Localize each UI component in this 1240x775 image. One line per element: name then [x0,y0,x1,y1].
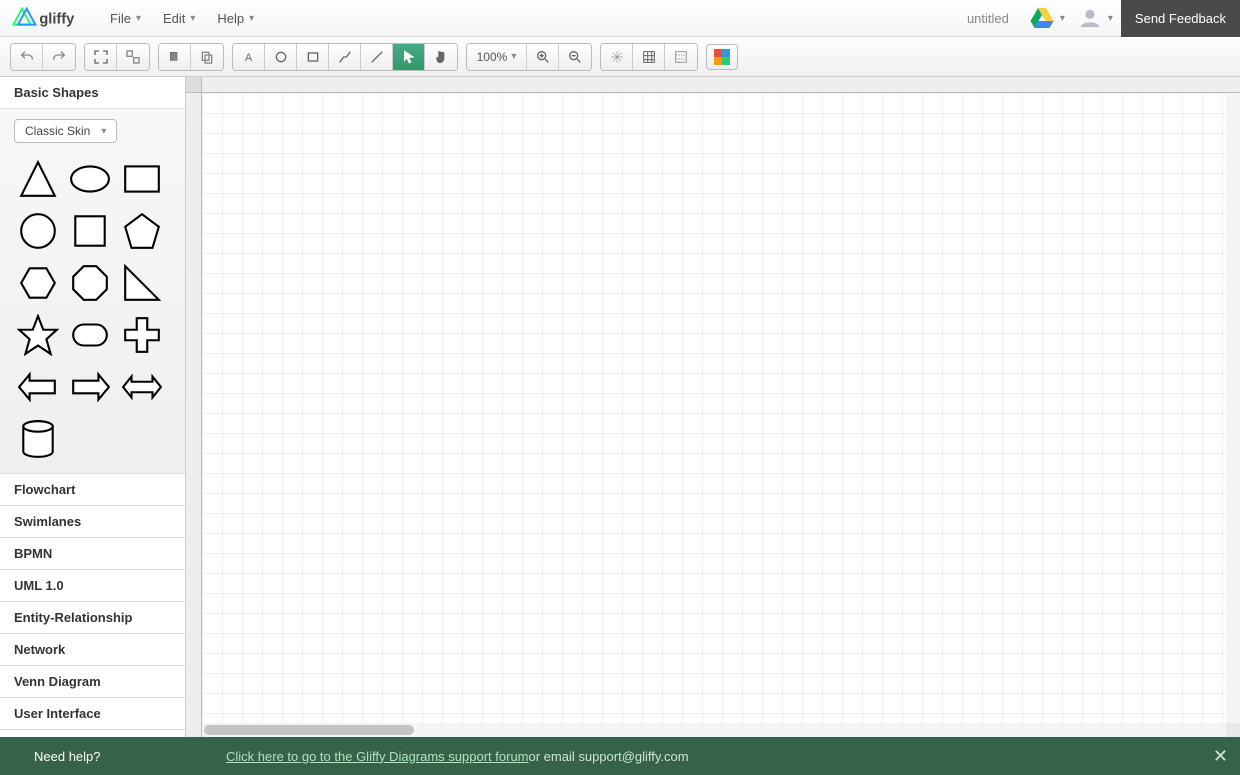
shapes-sidebar: Basic Shapes Classic Skin ▾ [0,77,186,737]
zoom-level-dropdown[interactable]: 100%▾ [467,44,527,70]
redo-button[interactable] [43,44,75,70]
toolbar: A 100%▾ [0,37,1240,77]
caret-icon: ▾ [249,13,254,24]
panel-basic-shapes-body: Classic Skin ▾ [0,109,185,474]
panel-label: Venn Diagram [14,674,101,689]
ellipse-tool-button[interactable] [265,44,297,70]
shape-octagon[interactable] [66,259,114,307]
close-icon[interactable]: ✕ [1213,746,1228,767]
caret-icon: ▾ [101,126,106,137]
menu-edit-label: Edit [163,11,185,26]
support-email-text: or email support@gliffy.com [529,749,689,764]
panel-label: User Interface [14,706,101,721]
shape-circle[interactable] [14,207,62,255]
user-menu[interactable]: ▾ [1077,7,1113,29]
rectangle-tool-button[interactable] [297,44,329,70]
zoom-out-button[interactable] [559,44,591,70]
ruler-corner [186,77,202,93]
need-help-label: Need help? [34,749,220,764]
document-title: untitled [967,11,1009,26]
panel-swimlanes[interactable]: Swimlanes [0,506,185,538]
caret-icon: ▾ [511,51,516,62]
shape-star[interactable] [14,311,62,359]
caret-icon: ▾ [1060,13,1065,24]
shape-plus[interactable] [118,311,166,359]
shape-right-triangle[interactable] [118,259,166,307]
pan-tool-button[interactable] [425,44,457,70]
menu-help[interactable]: Help ▾ [207,6,264,31]
skin-dropdown[interactable]: Classic Skin ▾ [14,119,117,143]
caret-icon: ▾ [1108,13,1113,24]
theme-colors-button[interactable] [706,44,738,70]
scrollbar-horizontal[interactable] [202,723,1226,737]
shape-arrow-both[interactable] [118,363,166,411]
line-tool-button[interactable] [361,44,393,70]
pointer-tool-button[interactable] [393,44,425,70]
send-feedback-label: Send Feedback [1135,11,1226,26]
panel-label: Basic Shapes [14,85,99,100]
panel-venn[interactable]: Venn Diagram [0,666,185,698]
panel-bpmn[interactable]: BPMN [0,538,185,570]
send-feedback-button[interactable]: Send Feedback [1121,0,1240,37]
panel-label: Network [14,642,65,657]
canvas-area [186,77,1240,737]
fit-screen-button[interactable] [85,44,117,70]
zoom-level-label: 100% [477,50,508,64]
panel-user-interface[interactable]: User Interface [0,698,185,730]
menu-file-label: File [110,11,131,26]
snap-drawing-button[interactable] [601,44,633,70]
panel-label: BPMN [14,546,52,561]
panel-entity-relationship[interactable]: Entity-Relationship [0,602,185,634]
shape-triangle[interactable] [14,155,62,203]
ruler-vertical[interactable] [186,93,202,737]
zoom-in-button[interactable] [527,44,559,70]
panel-flowchart[interactable]: Flowchart [0,474,185,506]
menu-edit[interactable]: Edit ▾ [153,6,205,31]
panel-label: UML 1.0 [14,578,64,593]
connector-tool-button[interactable] [329,44,361,70]
copy-button[interactable] [159,44,191,70]
shape-square[interactable] [66,207,114,255]
shape-hexagon[interactable] [14,259,62,307]
shape-cylinder[interactable] [14,415,62,463]
panel-network[interactable]: Network [0,634,185,666]
shape-arrow-left[interactable] [14,363,62,411]
drawing-canvas[interactable] [202,93,1226,723]
shape-pentagon[interactable] [118,207,166,255]
shape-rectangle[interactable] [118,155,166,203]
menu-file[interactable]: File ▾ [100,6,151,31]
menu-help-label: Help [217,11,244,26]
ruler-horizontal[interactable] [202,77,1240,93]
shape-ellipse[interactable] [66,155,114,203]
shape-arrow-right[interactable] [66,363,114,411]
paste-button[interactable] [191,44,223,70]
gliffy-logo: gliffy [10,4,90,32]
support-forum-link[interactable]: Click here to go to the Gliffy Diagrams … [226,749,529,764]
panel-label: Entity-Relationship [14,610,132,625]
panel-basic-shapes[interactable]: Basic Shapes [0,77,185,109]
skin-label: Classic Skin [25,124,90,138]
panel-sitemap[interactable]: Sitemap [0,730,185,737]
shape-rounded-rect[interactable] [66,311,114,359]
panel-label: Swimlanes [14,514,81,529]
svg-text:gliffy: gliffy [39,11,75,27]
google-drive-button[interactable]: ▾ [1029,7,1065,29]
scrollbar-thumb[interactable] [204,725,414,735]
text-tool-button[interactable]: A [233,44,265,70]
help-footer: Need help? Click here to go to the Gliff… [0,737,1240,775]
panel-uml[interactable]: UML 1.0 [0,570,185,602]
group-button[interactable] [117,44,149,70]
caret-icon: ▾ [190,13,195,24]
undo-button[interactable] [11,44,43,70]
caret-icon: ▾ [136,13,141,24]
panel-label: Flowchart [14,482,75,497]
show-grid-button[interactable] [633,44,665,70]
svg-text:A: A [245,52,253,64]
show-guides-button[interactable] [665,44,697,70]
scrollbar-vertical[interactable] [1226,93,1240,723]
